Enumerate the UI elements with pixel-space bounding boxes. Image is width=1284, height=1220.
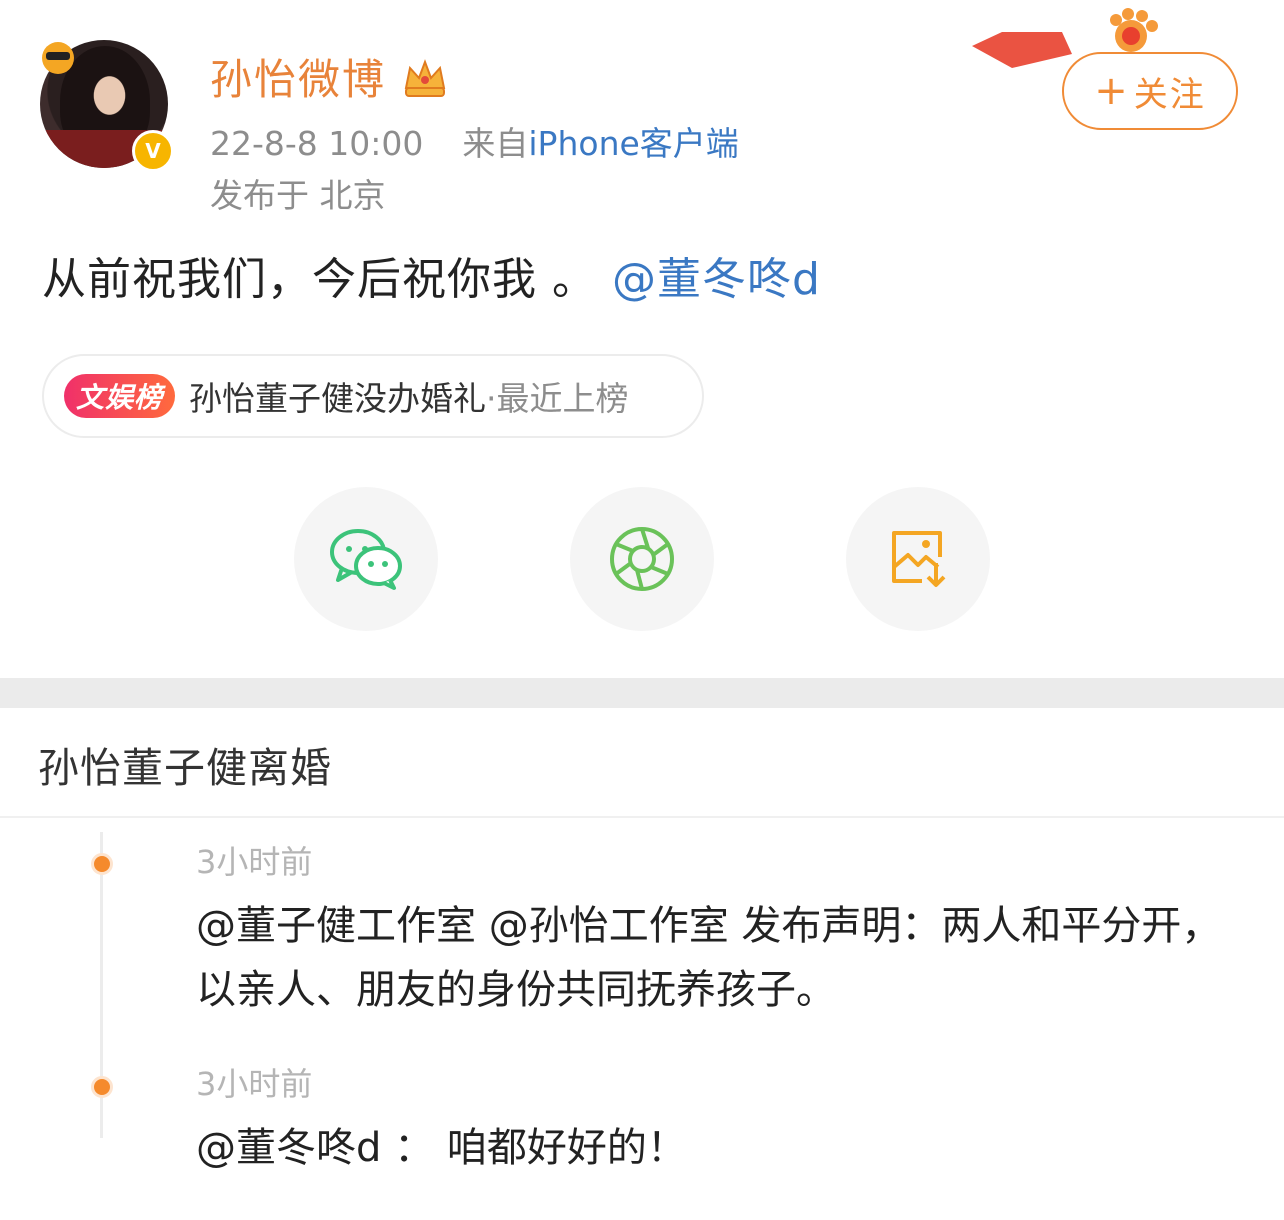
hot-topic-suffix: ·最近上榜: [486, 379, 629, 418]
hot-topic-title: 孙怡董子健没办婚礼: [189, 379, 487, 418]
verified-badge-icon: V: [132, 130, 174, 172]
timeline-entry[interactable]: @董子健工作室 @孙怡工作室 发布声明：两人和平分开，以亲人、朋友的身份共同抚养…: [196, 894, 1236, 1022]
moments-icon: [610, 527, 674, 591]
crown-icon: [404, 59, 446, 97]
post-card: V 孙怡微博 22-8-8 10:00 来自iPhone客户端 发布于 北京 +…: [0, 0, 1284, 678]
share-moments-button[interactable]: [570, 487, 714, 631]
post-text: 从前祝我们，今后祝你我 。: [42, 254, 597, 305]
timeline-dot: [91, 853, 113, 875]
follow-label: 关注: [1133, 74, 1206, 115]
mention-link[interactable]: @董冬咚d: [612, 254, 821, 305]
timeline-time: 3小时前: [196, 1065, 313, 1103]
ranking-pill: 文娱榜: [64, 374, 176, 418]
post-location: 发布于 北京: [210, 176, 386, 215]
username[interactable]: 孙怡微博: [210, 52, 386, 108]
post-source-prefix: 来自: [462, 124, 529, 163]
avatar[interactable]: V: [40, 40, 174, 172]
follow-button[interactable]: + 关注: [1062, 52, 1238, 130]
save-image-button[interactable]: [846, 487, 990, 631]
hot-topic-tag[interactable]: 文娱榜 孙怡董子健没办婚礼 ·最近上榜: [42, 354, 704, 438]
timeline-time: 3小时前: [196, 843, 313, 881]
post-source[interactable]: iPhone客户端: [528, 124, 738, 163]
wechat-icon: [330, 529, 402, 590]
topic-title[interactable]: 孙怡董子健离婚: [38, 740, 332, 796]
timeline-entry[interactable]: @董冬咚d ： 咱都好好的！: [196, 1116, 1236, 1180]
tiger-pendant-icon: [42, 42, 74, 74]
timeline-dot: [91, 1076, 113, 1098]
save-image-icon: [892, 531, 946, 587]
section-divider: [0, 678, 1284, 708]
post-time: 22-8-8 10:00: [210, 124, 424, 163]
post-meta: 22-8-8 10:00 来自iPhone客户端: [210, 122, 739, 166]
plus-icon: +: [1094, 68, 1130, 114]
topic-divider: [0, 816, 1284, 818]
share-wechat-button[interactable]: [294, 487, 438, 631]
post-content: 从前祝我们，今后祝你我 。 @董冬咚d: [42, 250, 821, 310]
